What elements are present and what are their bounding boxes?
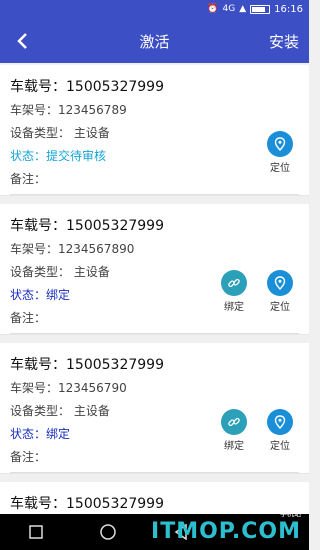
status-bar: ⏰ 4G ▲ 16:16	[0, 0, 309, 19]
car-number: 车载号：15005327999	[10, 79, 164, 95]
locate-button[interactable]: 定位	[265, 131, 295, 174]
remark: 备注：	[10, 172, 47, 186]
bind-button[interactable]: 绑定	[219, 409, 249, 452]
bind-button[interactable]: 绑定	[219, 270, 249, 313]
divider	[10, 194, 299, 195]
status-text: 状态：提交待审核	[10, 149, 107, 163]
locate-button[interactable]: 定位	[265, 270, 295, 313]
divider	[10, 333, 299, 334]
location-pin-icon	[267, 409, 293, 435]
frame-number: 车架号：1234567890	[10, 242, 135, 256]
locate-label: 定位	[270, 302, 290, 313]
home-button[interactable]	[88, 514, 128, 550]
frame-number: 车架号：123456790	[10, 381, 127, 395]
circle-icon	[100, 524, 117, 540]
divider	[10, 472, 299, 473]
clock: 16:16	[274, 4, 303, 15]
device-card[interactable]: 车载号：15005327999 车架号：1234567890 设备类型： 主设备 状态…	[0, 204, 309, 335]
alarm-icon: ⏰	[207, 4, 219, 14]
locate-label: 定位	[270, 441, 290, 452]
page-title: 激活	[139, 32, 170, 51]
recent-apps-button[interactable]	[16, 514, 56, 550]
locate-label: 定位	[270, 163, 290, 174]
location-pin-icon	[267, 270, 293, 296]
car-number: 车载号：15005327999	[10, 357, 164, 373]
watermark-logo: ITMOP.COM 手机站	[151, 510, 301, 544]
signal-icon: ▲	[239, 4, 247, 14]
install-button[interactable]: 安装	[269, 31, 299, 52]
watermark-text: ITMOP.COM	[151, 519, 301, 544]
device-type: 设备类型： 主设备	[10, 126, 110, 140]
car-number: 车载号：15005327999	[10, 218, 164, 234]
network-label: 4G	[222, 4, 236, 14]
square-icon	[29, 525, 43, 539]
watermark-sub: 手机站	[280, 510, 301, 518]
car-number: 车载号：15005327999	[10, 496, 164, 512]
device-list: 车载号：15005327999 车架号：123456789 设备类型： 主设备 状态：…	[0, 63, 309, 514]
bind-label: 绑定	[224, 302, 244, 313]
app-bar: 激活 安装	[0, 19, 309, 63]
bind-label: 绑定	[224, 441, 244, 452]
device-card[interactable]: 车载号：15005327999 车架号：123456790 设备类型： 主设备 状态：…	[0, 343, 309, 474]
location-pin-icon	[267, 131, 293, 157]
back-arrow-icon	[17, 33, 27, 49]
device-card[interactable]: 车载号：15005327999车架号：1234567890	[0, 482, 309, 514]
battery-icon	[250, 5, 271, 14]
frame-number: 车架号：123456789	[10, 103, 127, 117]
locate-button[interactable]: 定位	[265, 409, 295, 452]
device-card[interactable]: 车载号：15005327999 车架号：123456789 设备类型： 主设备 状态：…	[0, 65, 309, 196]
back-button[interactable]	[0, 19, 44, 63]
link-icon	[221, 409, 247, 435]
link-icon	[221, 270, 247, 296]
